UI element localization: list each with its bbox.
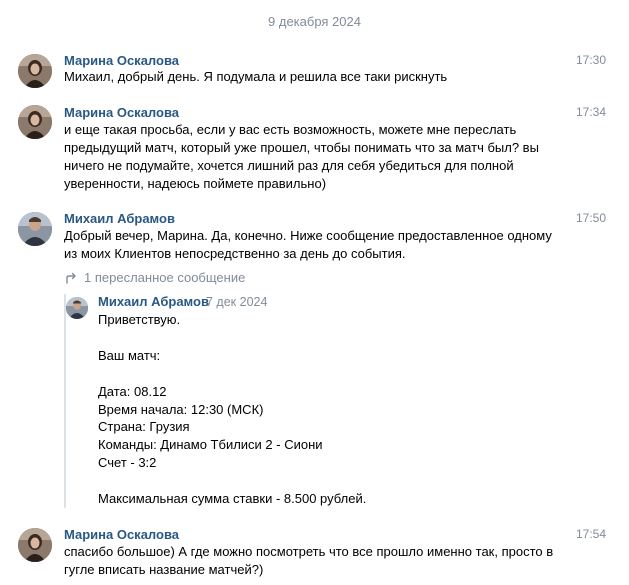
- forwarded-quote-bar: [64, 294, 66, 508]
- forwarded-author[interactable]: Михаил Абрамов: [98, 294, 209, 309]
- forwarded-line: [98, 365, 568, 383]
- message-author[interactable]: Марина Оскалова: [64, 105, 179, 120]
- message-line: спасибо большое) А где можно посмотреть …: [64, 544, 554, 559]
- avatar[interactable]: [18, 54, 52, 88]
- date-separator: 9 декабря 2024: [268, 14, 361, 29]
- message-line: Михаил, добрый день. Я подумала и решила…: [64, 69, 448, 84]
- forwarded-line: [98, 472, 568, 490]
- forwarded-line: Команды: Динамо Тбилиси 2 - Сиони: [98, 437, 323, 453]
- forwarded-line: Страна: Грузия: [98, 419, 190, 435]
- forwarded-line: Ваш матч:: [98, 347, 161, 363]
- message-author[interactable]: Марина Оскалова: [64, 527, 179, 542]
- forwarded-date[interactable]: 7 дек 2024: [206, 295, 267, 309]
- message-line: из моих Клиентов непосредственно за день…: [64, 246, 406, 261]
- message-text: Михаил, добрый день. Я подумала и решила…: [64, 68, 570, 86]
- message-time[interactable]: 17:54: [576, 527, 606, 541]
- forwarded-text: Приветствую. Ваш матч: Дата: 08.12 Время…: [98, 311, 568, 508]
- message-author[interactable]: Михаил Абрамов: [64, 211, 175, 226]
- message-line: Добрый вечер, Марина. Да, конечно. Ниже …: [64, 228, 552, 243]
- forwarded-messages-link[interactable]: 1 пересланное сообщение: [64, 270, 245, 288]
- message-time[interactable]: 17:34: [576, 105, 606, 119]
- message-time[interactable]: 17:50: [576, 211, 606, 225]
- forwarded-line: [98, 329, 568, 347]
- forward-arrow-icon: [64, 271, 80, 288]
- forwarded-avatar[interactable]: [66, 297, 88, 319]
- message-line: ничего не подумайте, хочется лишний раз …: [64, 158, 514, 173]
- forwarded-count-label: 1 пересланное сообщение: [84, 270, 246, 285]
- forwarded-line: Приветствую.: [98, 312, 181, 327]
- forwarded-line: Счет - 3:2: [98, 455, 157, 471]
- forwarded-line: Дата: 08.12: [98, 383, 167, 399]
- message-line: и еще такая просьба, если у вас есть воз…: [64, 122, 517, 137]
- forwarded-line: Время начала: 12:30 (МСК): [98, 401, 264, 417]
- avatar[interactable]: [18, 212, 52, 246]
- avatar[interactable]: [18, 105, 52, 139]
- message-text: Добрый вечер, Марина. Да, конечно. Ниже …: [64, 227, 570, 263]
- message-time[interactable]: 17:30: [576, 53, 606, 67]
- message-text: и еще такая просьба, если у вас есть воз…: [64, 121, 570, 193]
- forwarded-line: Максимальная сумма ставки - 8.500 рублей…: [98, 491, 367, 507]
- message-text: спасибо большое) А где можно посмотреть …: [64, 543, 570, 579]
- avatar[interactable]: [18, 528, 52, 562]
- message-line: гугле вписать название матчей?): [64, 562, 264, 577]
- message-line: предыдущий матч, который уже прошел, что…: [64, 140, 539, 155]
- message-author[interactable]: Марина Оскалова: [64, 53, 179, 68]
- message-line: уверенности, надеюсь поймете правильно): [64, 176, 327, 191]
